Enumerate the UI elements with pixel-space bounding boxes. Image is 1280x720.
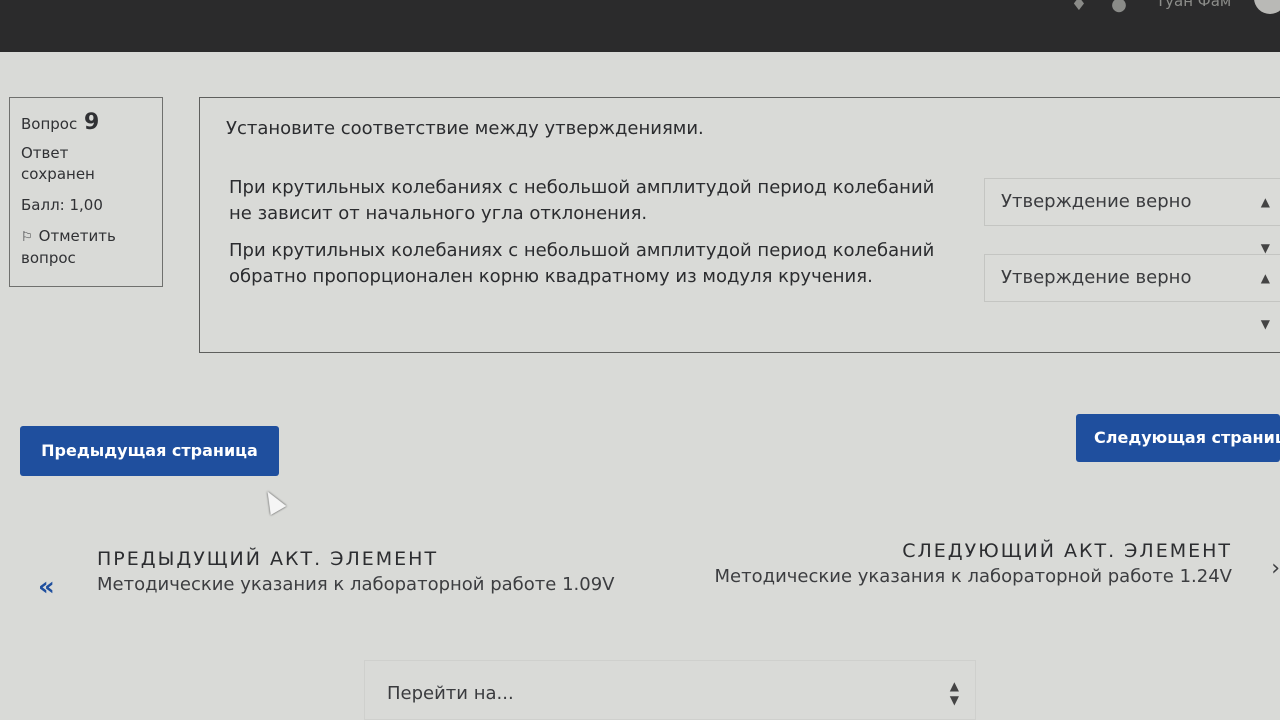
- previous-page-button[interactable]: Предыдущая страница: [20, 426, 279, 476]
- question-grade: Балл: 1,00: [21, 196, 103, 214]
- match-statement-1: При крутильных колебаниях с небольшой ам…: [229, 177, 935, 224]
- match-statement-2: При крутильных колебаниях с небольшой ам…: [229, 240, 935, 287]
- next-activity-link[interactable]: СЛЕДУЮЩИЙ АКТ. ЭЛЕМЕНТ Методические указ…: [712, 540, 1280, 590]
- jump-to-select[interactable]: Перейти на... ▲ ▼: [364, 660, 976, 720]
- match-select-2[interactable]: Утверждение верно ▲ ▼: [984, 254, 1280, 331]
- question-number: 9: [84, 110, 100, 135]
- chat-icon[interactable]: ●: [1108, 0, 1130, 14]
- question-info-panel: Вопрос 9 Ответ сохранен Балл: 1,00 ⚐ Отме…: [9, 97, 163, 287]
- double-chevron-left-icon: «: [38, 572, 55, 602]
- next-activity-label: СЛЕДУЮЩИЙ АКТ. ЭЛЕМЕНТ: [902, 540, 1232, 562]
- top-navbar: ♦ ● Туан Фам: [0, 0, 1280, 52]
- flag-question-link[interactable]: ⚐ Отметить вопрос: [21, 226, 162, 269]
- user-name[interactable]: Туан Фам: [1156, 0, 1231, 10]
- bell-icon[interactable]: ♦: [1068, 0, 1090, 14]
- avatar[interactable]: [1254, 0, 1280, 14]
- next-activity-name: Методические указания к лабораторной раб…: [714, 566, 1232, 587]
- match-select-1-value: Утверждение верно: [1001, 191, 1192, 212]
- question-content: Установите соответствие между утверждени…: [199, 97, 1280, 353]
- jump-to-placeholder: Перейти на...: [387, 683, 514, 704]
- flag-icon: ⚐: [21, 230, 33, 245]
- question-label: Вопрос: [21, 115, 78, 133]
- question-state: Ответ сохранен: [21, 144, 95, 183]
- previous-activity-body: ПРЕДЫДУЩИЙ АКТ. ЭЛЕМЕНТ Методические ука…: [97, 548, 657, 598]
- select-arrows-icon: ▲ ▼: [949, 679, 959, 707]
- next-page-button[interactable]: Следующая страница: [1076, 414, 1280, 462]
- previous-activity-name: Методические указания к лабораторной раб…: [97, 574, 615, 595]
- flag-question-label: Отметить вопрос: [21, 227, 116, 267]
- question-text: Установите соответствие между утверждени…: [226, 118, 704, 139]
- select-arrows-icon: ▲ ▼: [1260, 271, 1270, 331]
- match-select-2-value: Утверждение верно: [1001, 267, 1192, 288]
- match-select-1[interactable]: Утверждение верно ▲ ▼: [984, 178, 1280, 255]
- previous-activity-label: ПРЕДЫДУЩИЙ АКТ. ЭЛЕМЕНТ: [97, 548, 439, 570]
- navbar-icons: ♦ ●: [1068, 0, 1130, 14]
- chevron-right-icon: ›: [1271, 556, 1280, 581]
- question-number-line: Вопрос 9: [21, 112, 162, 135]
- mouse-cursor-icon: [259, 486, 287, 516]
